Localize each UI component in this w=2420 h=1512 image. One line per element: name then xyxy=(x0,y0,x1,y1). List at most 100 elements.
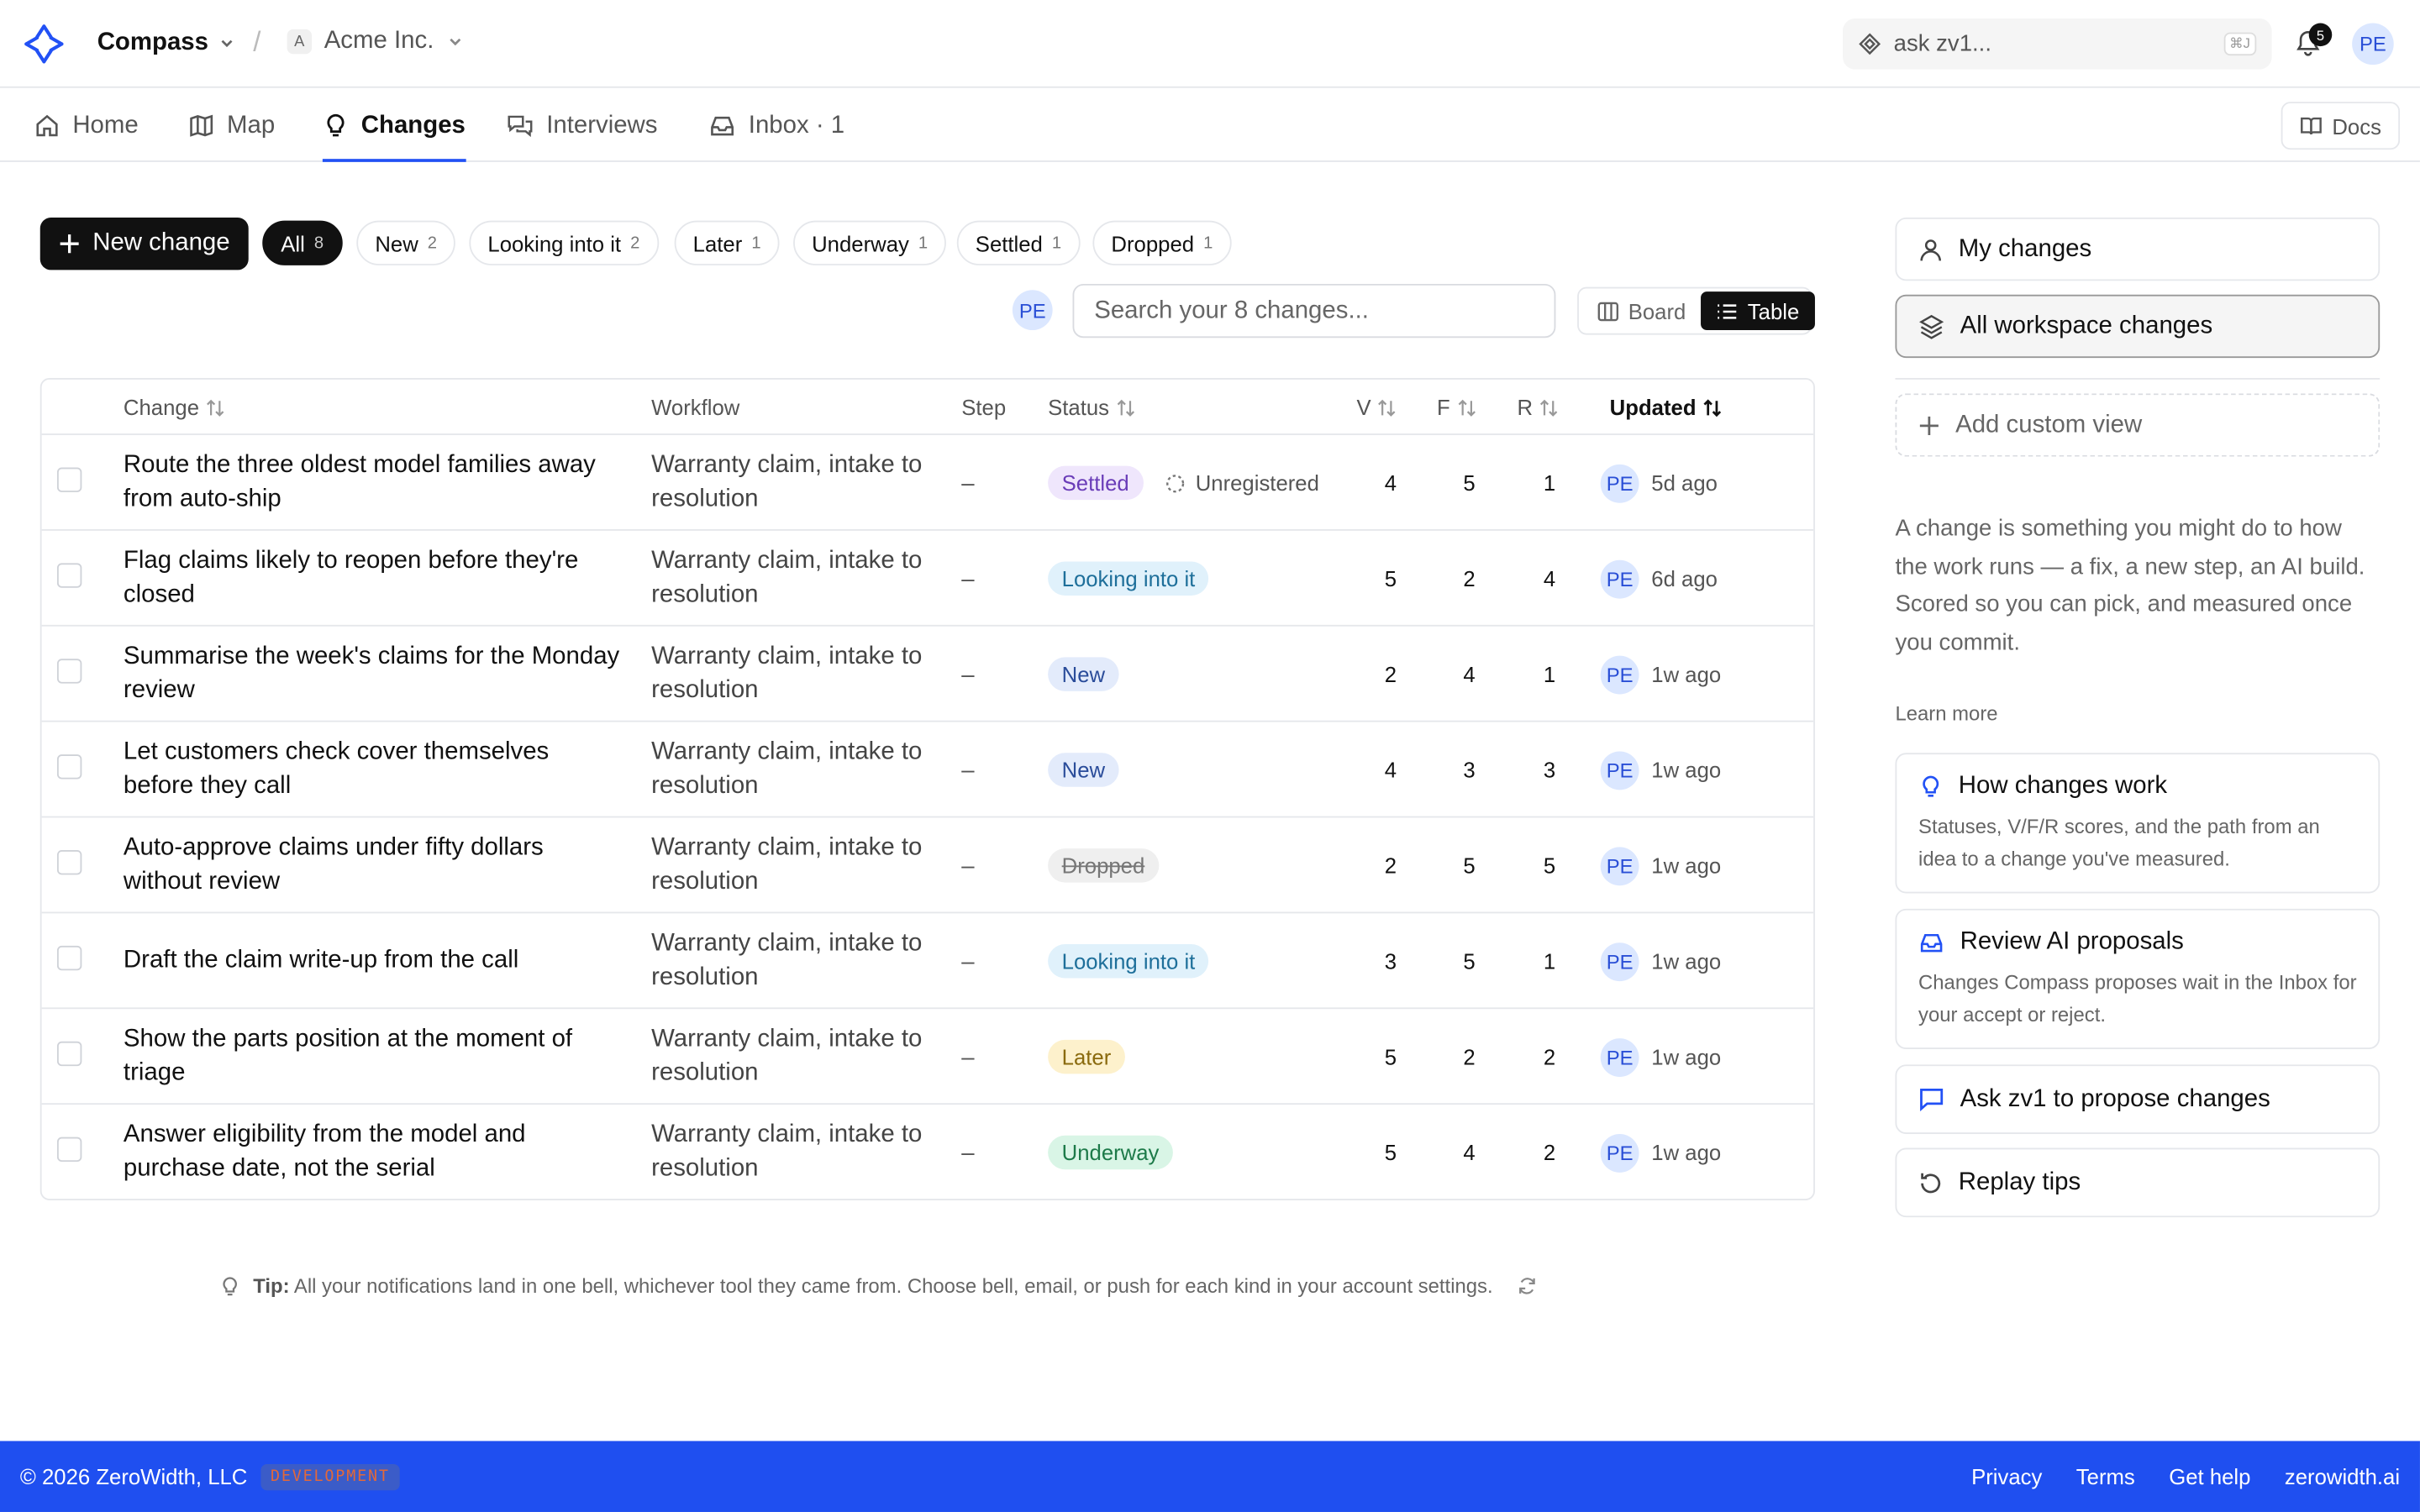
owner-filter-avatar[interactable]: PE xyxy=(1012,290,1053,331)
refresh-icon[interactable] xyxy=(1518,1276,1538,1296)
column-label: R xyxy=(1517,395,1534,420)
column-label: Updated xyxy=(1609,395,1697,420)
column-change[interactable]: Change xyxy=(124,380,225,435)
sparkle-icon xyxy=(1859,33,1881,55)
change-title[interactable]: Auto-approve claims under fifty dollars … xyxy=(124,817,625,913)
row-checkbox[interactable] xyxy=(56,754,82,780)
filter-dropped[interactable]: Dropped 1 xyxy=(1092,220,1232,265)
column-f[interactable]: F xyxy=(1437,380,1476,435)
how-changes-work-card[interactable]: How changes work Statuses, V/F/R scores,… xyxy=(1895,753,2381,894)
v-score: 5 xyxy=(1384,1140,1397,1165)
view-table-label: Table xyxy=(1747,298,1800,323)
change-title[interactable]: Let customers check cover themselves bef… xyxy=(124,722,625,818)
registration-label: Unregistered xyxy=(1195,470,1319,496)
tab-home[interactable]: Home xyxy=(34,90,139,162)
add-custom-view-button[interactable]: Add custom view xyxy=(1895,393,2381,457)
review-ai-proposals-card[interactable]: Review AI proposals Changes Compass prop… xyxy=(1895,908,2381,1049)
view-board-button[interactable]: Board xyxy=(1582,291,1702,330)
row-checkbox[interactable] xyxy=(56,850,82,875)
filter-settled[interactable]: Settled 1 xyxy=(956,220,1081,265)
my-changes-view[interactable]: My changes xyxy=(1895,217,2381,281)
replay-tips-button[interactable]: Replay tips xyxy=(1895,1147,2381,1218)
dashed-circle-icon xyxy=(1165,474,1184,492)
change-title[interactable]: Draft the claim write-up from the call xyxy=(124,913,625,1009)
ask-propose-label: Ask zv1 to propose changes xyxy=(1960,1085,2270,1112)
row-checkbox[interactable] xyxy=(56,945,82,971)
table-row[interactable]: Answer eligibility from the model and pu… xyxy=(42,1105,1814,1199)
change-title[interactable]: Show the parts position at the moment of… xyxy=(124,1009,625,1105)
footer-link-terms[interactable]: Terms xyxy=(2076,1464,2135,1488)
filter-new[interactable]: New 2 xyxy=(356,220,456,265)
table-row[interactable]: Summarise the week's claims for the Mond… xyxy=(41,627,1814,722)
footer-link-get-help[interactable]: Get help xyxy=(2169,1464,2250,1488)
tab-interviews[interactable]: Interviews xyxy=(506,90,657,162)
footer-link-zerowidth[interactable]: zerowidth.ai xyxy=(2285,1464,2400,1488)
table-header: Change Workflow Step Status V F R Update… xyxy=(41,380,1814,435)
row-checkbox[interactable] xyxy=(56,563,82,588)
footer: © 2026 ZeroWidth, LLC DEVELOPMENT Privac… xyxy=(0,1441,2420,1512)
keyboard-shortcut: ⌘J xyxy=(2223,32,2257,56)
change-title[interactable]: Summarise the week's claims for the Mond… xyxy=(124,627,625,722)
new-change-button[interactable]: New change xyxy=(39,217,249,270)
status-badge: Settled xyxy=(1048,465,1144,501)
table-row[interactable]: Show the parts position at the moment of… xyxy=(41,1009,1814,1105)
tab-map[interactable]: Map xyxy=(188,90,275,162)
tab-label: Home xyxy=(72,112,139,139)
new-change-label: New change xyxy=(92,229,230,256)
column-r[interactable]: R xyxy=(1517,380,1559,435)
footer-link-privacy[interactable]: Privacy xyxy=(1971,1464,2042,1488)
r-score: 2 xyxy=(1543,1140,1556,1165)
table-row[interactable]: Flag claims likely to reopen before they… xyxy=(41,531,1814,627)
ask-propose-changes-button[interactable]: Ask zv1 to propose changes xyxy=(1895,1064,2381,1134)
change-title[interactable]: Answer eligibility from the model and pu… xyxy=(124,1105,625,1199)
f-score: 4 xyxy=(1463,661,1476,687)
filter-count: 8 xyxy=(313,234,324,253)
column-label: Change xyxy=(123,395,200,420)
column-updated[interactable]: Updated xyxy=(1610,380,1723,435)
user-avatar[interactable]: PE xyxy=(2352,23,2394,66)
updated-time: 6d ago xyxy=(1651,566,1718,591)
table-row[interactable]: Auto-approve claims under fifty dollars … xyxy=(41,817,1814,914)
r-score: 1 xyxy=(1543,470,1556,496)
change-title[interactable]: Flag claims likely to reopen before they… xyxy=(124,531,625,627)
row-checkbox[interactable] xyxy=(56,467,82,492)
row-checkbox[interactable] xyxy=(56,1041,82,1067)
status-badge: Looking into it xyxy=(1048,561,1209,596)
table-row[interactable]: Draft the claim write-up from the call Wa… xyxy=(41,913,1814,1010)
filter-label: Settled xyxy=(975,230,1043,255)
compass-logo-icon[interactable] xyxy=(24,24,66,66)
column-v[interactable]: V xyxy=(1356,380,1397,435)
table-row[interactable]: Route the three oldest model families aw… xyxy=(41,435,1814,531)
all-workspace-changes-view[interactable]: All workspace changes xyxy=(1895,294,2381,359)
filter-later[interactable]: Later 1 xyxy=(674,220,780,265)
filter-all[interactable]: All 8 xyxy=(262,220,343,265)
org-switcher[interactable]: A Acme Inc. xyxy=(287,28,465,55)
row-checkbox[interactable] xyxy=(56,659,82,684)
column-status[interactable]: Status xyxy=(1048,380,1135,435)
view-table-button[interactable]: Table xyxy=(1701,291,1815,331)
table-row[interactable]: Let customers check cover themselves bef… xyxy=(41,722,1814,818)
filter-underway[interactable]: Underway 1 xyxy=(793,220,947,265)
tab-inbox[interactable]: Inbox · 1 xyxy=(708,90,844,162)
change-title[interactable]: Route the three oldest model families aw… xyxy=(124,435,625,531)
step-value: – xyxy=(961,948,975,974)
filter-count: 2 xyxy=(630,234,640,253)
filter-looking-into-it[interactable]: Looking into it 2 xyxy=(469,220,659,265)
v-score: 4 xyxy=(1384,470,1397,496)
tab-changes[interactable]: Changes xyxy=(322,90,466,162)
r-score: 4 xyxy=(1543,566,1556,591)
workflow-name: Warranty claim, intake to resolution xyxy=(651,738,923,800)
lightbulb-icon xyxy=(327,113,345,137)
app-switcher[interactable]: Compass xyxy=(97,29,236,57)
tab-label: Interviews xyxy=(546,112,658,139)
docs-label: Docs xyxy=(2332,113,2381,139)
changes-table: Change Workflow Step Status V F R Update… xyxy=(39,377,1815,1200)
updated-time: 1w ago xyxy=(1651,757,1722,783)
search-input[interactable] xyxy=(1072,283,1556,339)
list-icon xyxy=(1718,303,1737,318)
step-value: – xyxy=(961,756,975,784)
plus-icon xyxy=(1919,415,1939,435)
row-checkbox[interactable] xyxy=(56,1137,82,1163)
docs-button[interactable]: Docs xyxy=(2281,102,2401,150)
ask-assistant-input[interactable]: ask zv1... ⌘J xyxy=(1843,18,2272,70)
